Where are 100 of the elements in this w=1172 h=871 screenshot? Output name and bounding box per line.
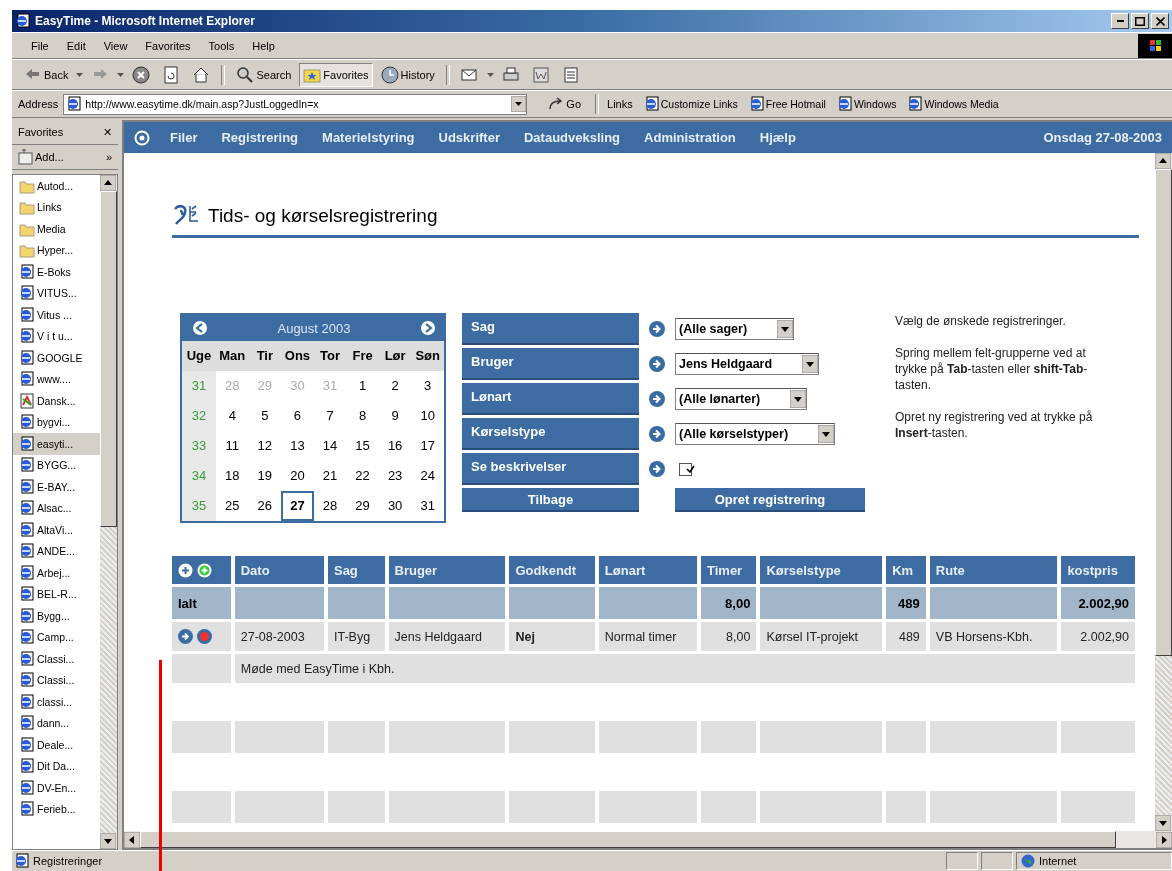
favorite-item[interactable]: Deale... (13, 734, 100, 756)
nav-item[interactable]: Filer (150, 130, 210, 145)
calendar-day[interactable]: 5 (248, 401, 282, 431)
nav-item[interactable]: Udskrifter (426, 130, 512, 145)
column-header[interactable]: Timer (701, 556, 757, 584)
calendar-day[interactable]: 23 (378, 461, 412, 491)
dropdown[interactable]: (Alle lønarter) (675, 388, 808, 410)
calendar-day[interactable]: 12 (248, 431, 282, 461)
nav-item[interactable]: Hjælp (747, 130, 808, 145)
column-header[interactable]: Lønart (598, 556, 697, 584)
back-button[interactable]: Back (20, 62, 73, 87)
nav-item[interactable]: Registrering (209, 130, 311, 145)
calendar-day[interactable]: 15 (346, 431, 379, 461)
nav-item[interactable]: Administration (632, 130, 748, 145)
calendar-day[interactable]: 13 (281, 431, 314, 461)
favorite-item[interactable]: dann... (13, 712, 100, 734)
arrow-circle-icon[interactable] (649, 391, 665, 407)
close-button[interactable] (1151, 13, 1169, 29)
column-header[interactable]: Sag (327, 556, 385, 584)
column-header[interactable]: Kørselstype (760, 556, 883, 584)
calendar-day[interactable]: 8 (346, 401, 379, 431)
favorite-item[interactable]: Media (13, 218, 100, 240)
link-button[interactable]: Windows (836, 96, 897, 112)
column-header[interactable]: Bruger (388, 556, 506, 584)
calendar-day[interactable]: 27 (281, 491, 314, 521)
back-button[interactable]: Tilbage (462, 488, 639, 512)
column-header[interactable]: Km (886, 556, 926, 584)
calendar-day[interactable]: 29 (346, 491, 379, 521)
calendar-day[interactable]: 14 (313, 431, 347, 461)
create-button[interactable]: Opret registrering (675, 488, 865, 512)
favorites-button[interactable]: Favorites (299, 62, 373, 87)
favorite-item[interactable]: Vitus ... (13, 304, 100, 326)
calendar-day[interactable]: 11 (216, 431, 249, 461)
more-button[interactable]: » (105, 151, 112, 163)
favorite-item[interactable]: GOOGLE (13, 347, 100, 369)
history-button[interactable]: History (376, 62, 439, 87)
calendar-day[interactable]: 20 (281, 461, 314, 491)
menu-item[interactable]: Tools (199, 39, 244, 52)
calendar-day[interactable]: 30 (378, 491, 412, 521)
menu-item[interactable]: File (22, 39, 58, 52)
nav-item[interactable]: Materielstyring (310, 130, 427, 145)
calendar-day[interactable]: 9 (378, 401, 412, 431)
column-header[interactable]: Dato (234, 556, 324, 584)
favorite-item[interactable]: BEL-R... (13, 583, 100, 605)
favorite-item[interactable]: Autod... (13, 175, 100, 197)
favorite-item[interactable]: bygvi... (13, 411, 100, 433)
favorite-item[interactable]: Dansk... (13, 390, 100, 412)
address-field[interactable]: http://www.easytime.dk/main.asp?JustLoggedIn=x (63, 93, 528, 115)
column-header[interactable]: kostpris (1061, 556, 1135, 584)
favorite-item[interactable]: Hyper... (13, 239, 100, 261)
delete-circle-icon[interactable] (197, 629, 212, 645)
minimize-button[interactable] (1111, 13, 1129, 29)
calendar-day[interactable]: 6 (281, 401, 314, 431)
nav-item[interactable]: Dataudveksling (511, 130, 633, 145)
calendar-day[interactable]: 2 (378, 371, 412, 401)
go-button[interactable]: Go (542, 96, 588, 112)
favorite-item[interactable]: Bygg... (13, 605, 100, 627)
menu-item[interactable]: View (94, 39, 137, 52)
link-button[interactable]: Windows Media (907, 96, 999, 112)
maximize-button[interactable] (1131, 13, 1149, 29)
menu-item[interactable]: Edit (57, 39, 95, 52)
favorite-item[interactable]: Classi... (13, 648, 100, 670)
calendar-day[interactable]: 1 (346, 371, 379, 401)
favorite-item[interactable]: classi... (13, 691, 100, 713)
add-circle-icon[interactable] (178, 563, 193, 579)
arrow-circle-icon[interactable] (178, 629, 193, 645)
next-month-icon[interactable] (420, 320, 436, 336)
favorite-item[interactable]: E-BAY... (13, 476, 100, 498)
calendar-day[interactable]: 17 (411, 431, 444, 461)
favorite-item[interactable]: E-Boks (13, 261, 100, 283)
arrow-circle-icon[interactable] (649, 356, 665, 372)
column-header[interactable]: Rute (929, 556, 1058, 584)
link-button[interactable]: Free Hotmail (748, 96, 826, 112)
calendar-day[interactable]: 18 (216, 461, 249, 491)
dropdown[interactable]: (Alle sager) (675, 318, 795, 340)
calendar-day[interactable]: 3 (411, 371, 444, 401)
favorite-item[interactable]: Alsac... (13, 497, 100, 519)
favorite-item[interactable]: www.... (13, 368, 100, 390)
favorite-item[interactable]: DV-En... (13, 777, 100, 799)
calendar-day[interactable]: 21 (313, 461, 347, 491)
calendar-day[interactable]: 4 (216, 401, 249, 431)
favorite-item[interactable]: Classi... (13, 669, 100, 691)
calendar-day[interactable]: 26 (248, 491, 282, 521)
favorite-item[interactable]: ANDE... (13, 540, 100, 562)
calendar-day[interactable]: 22 (346, 461, 379, 491)
favorite-item[interactable]: VITUS... (13, 282, 100, 304)
calendar-day[interactable]: 24 (411, 461, 444, 491)
calendar-day[interactable]: 7 (313, 401, 347, 431)
column-header[interactable]: Godkendt (509, 556, 595, 584)
dropdown[interactable]: (Alle kørselstyper) (675, 423, 836, 445)
menu-item[interactable]: Favorites (136, 39, 200, 52)
favorite-item[interactable]: AltaVi... (13, 519, 100, 541)
favorite-item[interactable]: Camp... (13, 626, 100, 648)
favorite-item[interactable]: Dit Da... (13, 755, 100, 777)
checkbox[interactable] (679, 462, 692, 476)
arrow-circle-icon[interactable] (649, 426, 665, 442)
favorite-item[interactable]: BYGG... (13, 454, 100, 476)
calendar-day[interactable]: 16 (378, 431, 412, 461)
close-button[interactable]: ✕ (103, 125, 112, 139)
favorite-item[interactable]: Links (13, 196, 100, 218)
